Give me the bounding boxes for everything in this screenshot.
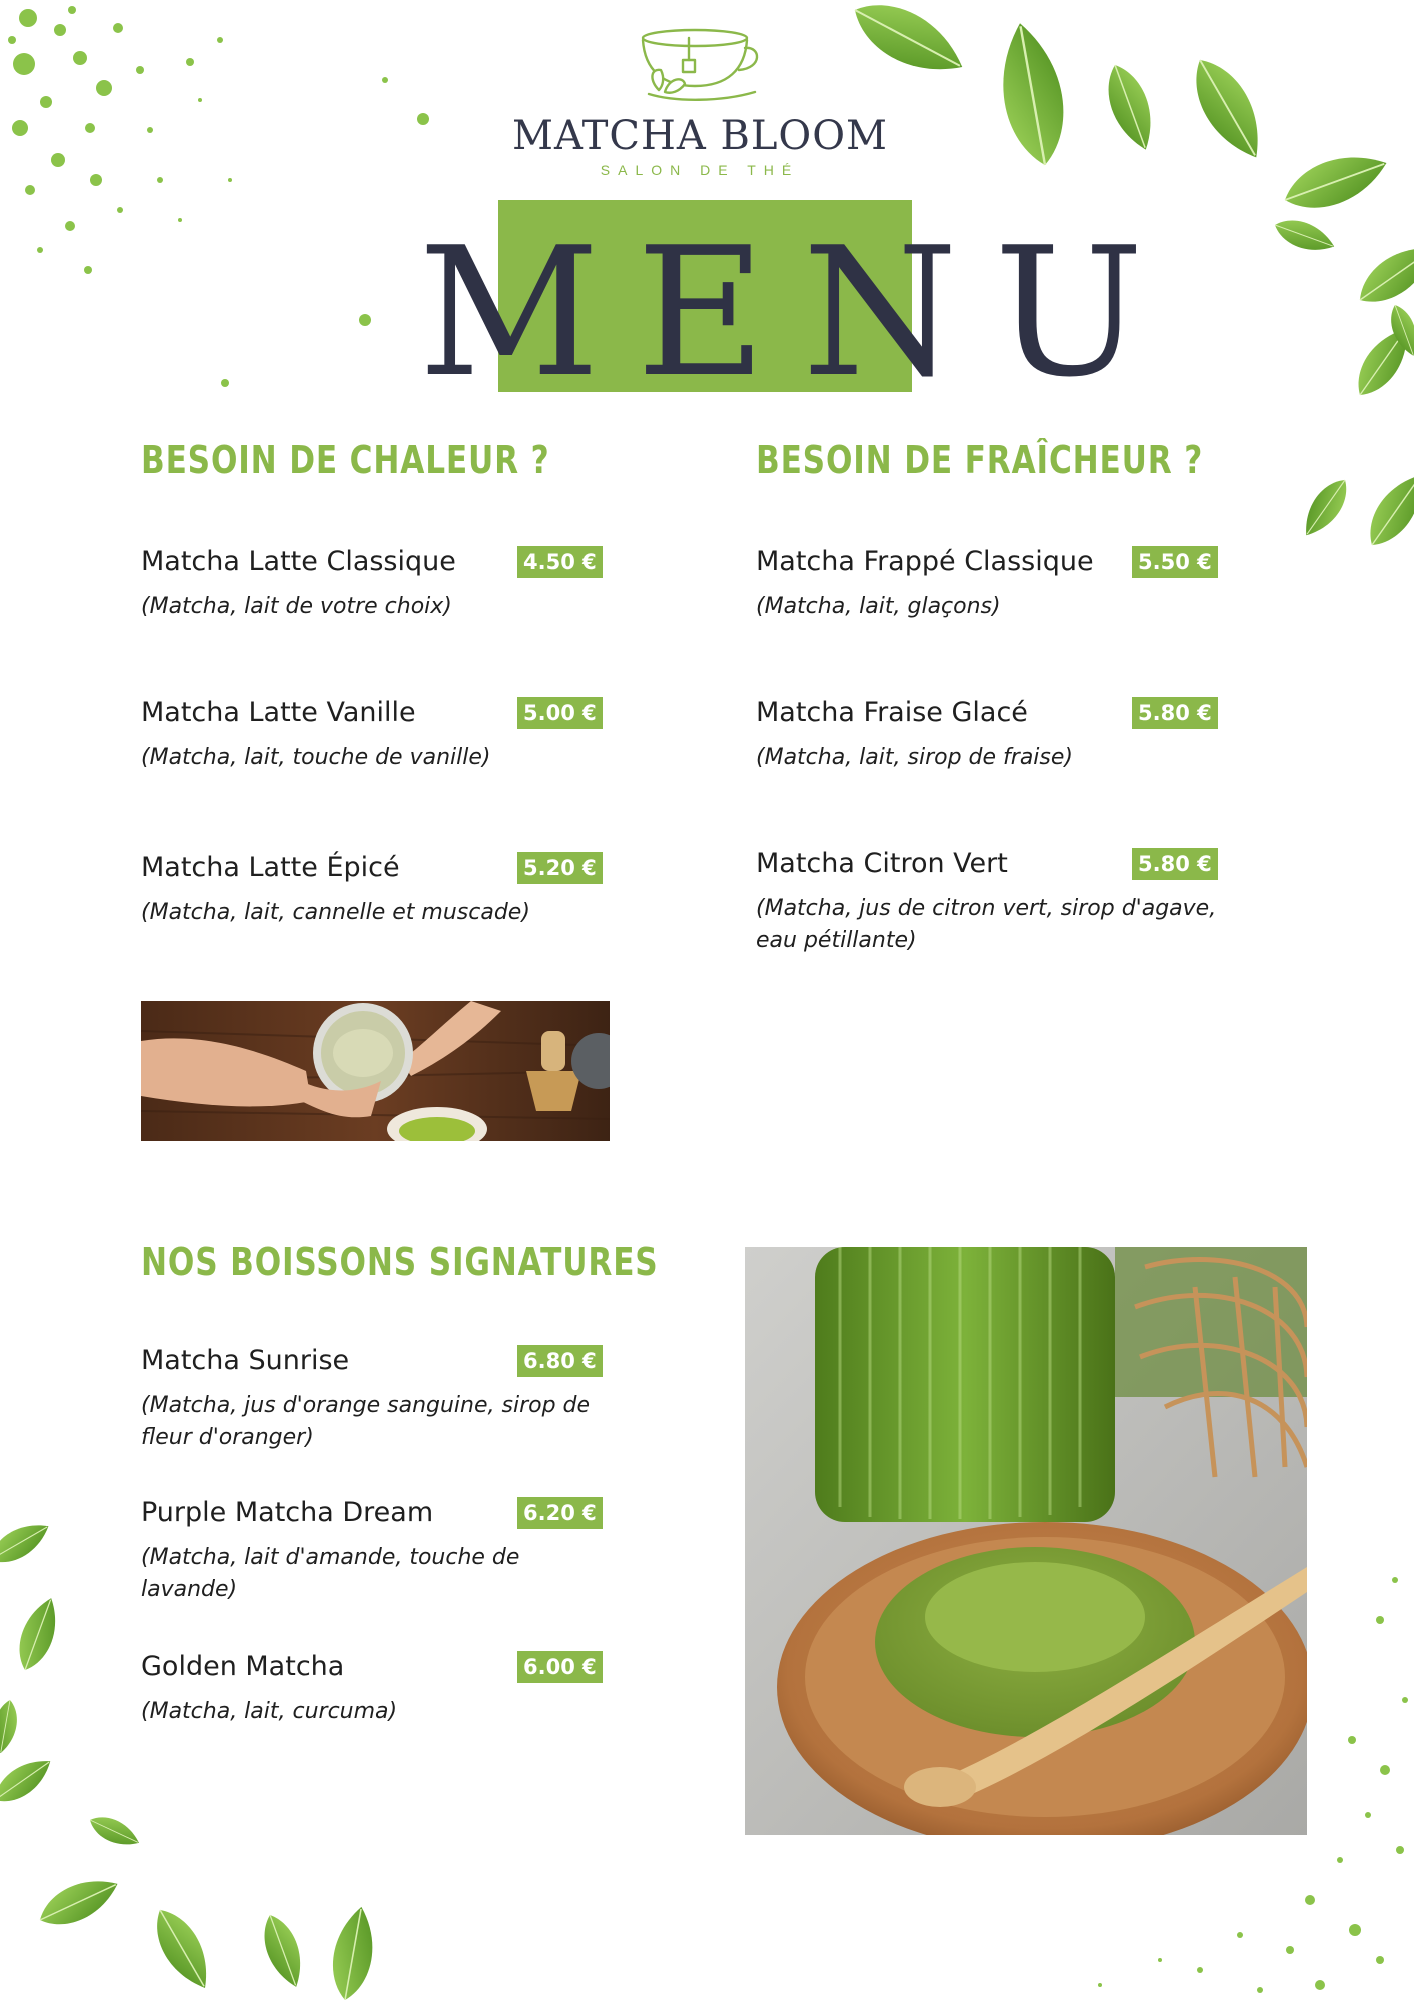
price-badge: 5.80 € bbox=[1132, 697, 1218, 729]
menu-item: Matcha Citron Vert 5.80 € (Matcha, jus d… bbox=[756, 847, 1246, 957]
splatter-top-left bbox=[8, 6, 429, 387]
price-badge: 6.20 € bbox=[517, 1497, 603, 1529]
menu-item: Matcha Fraise Glacé 5.80 € (Matcha, lait… bbox=[756, 696, 1226, 774]
item-description: (Matcha, lait, touche de vanille) bbox=[141, 745, 491, 770]
matcha-powder-plate-photo bbox=[745, 1247, 1307, 1835]
item-description: (Matcha, lait d'amande, touche de lavand… bbox=[141, 1545, 520, 1602]
brand-logo: MATCHA BLOOM SALON DE THÉ bbox=[500, 28, 900, 198]
section-title-cold: BESOIN DE FRAÎCHEUR ? bbox=[756, 438, 1204, 482]
menu-item: Matcha Latte Classique 4.50 € (Matcha, l… bbox=[141, 545, 611, 623]
item-description: (Matcha, lait de votre choix) bbox=[141, 594, 452, 619]
teacup-logo-icon bbox=[641, 28, 759, 101]
price-badge: 5.80 € bbox=[1132, 848, 1218, 880]
matcha-latte-hands-photo bbox=[141, 1001, 610, 1141]
item-description: (Matcha, lait, cannelle et muscade) bbox=[141, 900, 530, 925]
price-badge: 5.00 € bbox=[517, 697, 603, 729]
brand-tagline: SALON DE THÉ bbox=[600, 162, 800, 178]
page-title: MENU bbox=[418, 209, 1180, 416]
menu-page: MATCHA BLOOM SALON DE THÉ MENU BESOIN DE… bbox=[0, 0, 1414, 2000]
section-title-hot: BESOIN DE CHALEUR ? bbox=[141, 438, 550, 482]
menu-item: Matcha Latte Épicé 5.20 € (Matcha, lait,… bbox=[141, 851, 611, 929]
brand-name: MATCHA BLOOM bbox=[512, 113, 888, 159]
price-badge: 4.50 € bbox=[517, 546, 603, 578]
price-badge: 5.50 € bbox=[1132, 546, 1218, 578]
item-description: (Matcha, jus d'orange sanguine, sirop de… bbox=[141, 1393, 591, 1450]
menu-item: Matcha Latte Vanille 5.00 € (Matcha, lai… bbox=[141, 696, 611, 774]
item-description: (Matcha, lait, glaçons) bbox=[756, 594, 1001, 619]
menu-item: Purple Matcha Dream 6.20 € (Matcha, lait… bbox=[141, 1496, 611, 1606]
menu-item: Matcha Sunrise 6.80 € (Matcha, jus d'ora… bbox=[141, 1344, 611, 1454]
price-badge: 6.00 € bbox=[517, 1651, 603, 1683]
menu-item: Golden Matcha 6.00 € (Matcha, lait, curc… bbox=[141, 1650, 611, 1728]
section-title-signatures: NOS BOISSONS SIGNATURES bbox=[141, 1240, 659, 1284]
item-description: (Matcha, lait, sirop de fraise) bbox=[756, 745, 1073, 770]
menu-item: Matcha Frappé Classique 5.50 € (Matcha, … bbox=[756, 545, 1226, 623]
item-description: (Matcha, lait, curcuma) bbox=[141, 1699, 398, 1724]
price-badge: 6.80 € bbox=[517, 1345, 603, 1377]
price-badge: 5.20 € bbox=[517, 852, 603, 884]
item-description: (Matcha, jus de citron vert, sirop d'aga… bbox=[756, 896, 1217, 953]
